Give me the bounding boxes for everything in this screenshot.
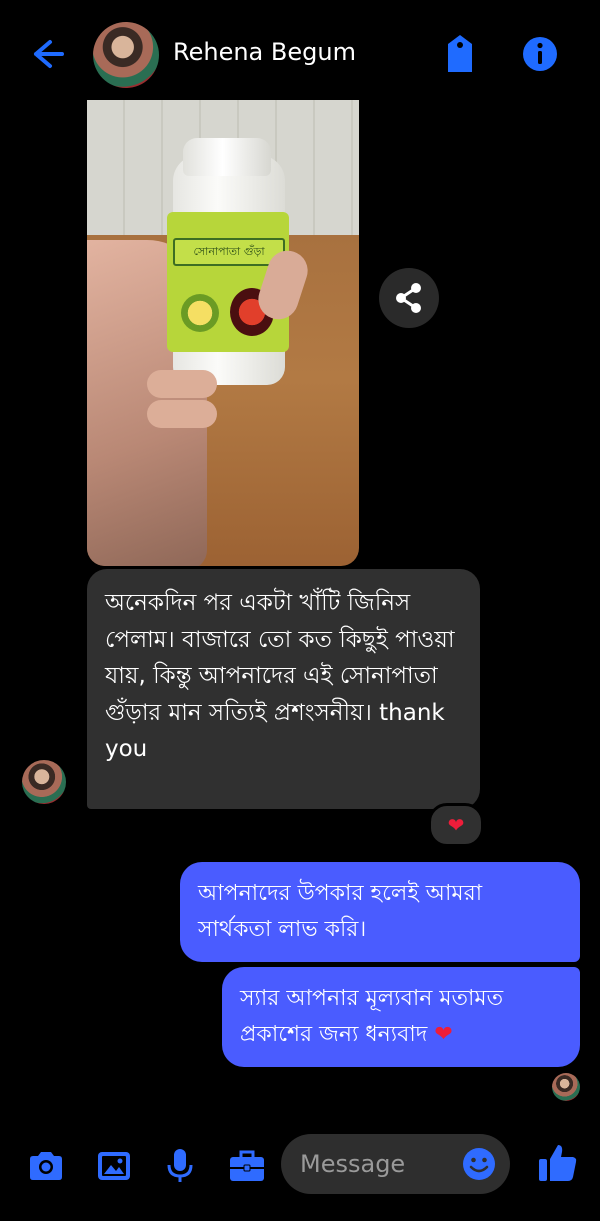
- incoming-message-text: অনেকদিন পর একটা খাঁটি জিনিস পেলাম। বাজার…: [105, 590, 455, 762]
- bottle-label-text: সোনাপাতা গুঁড়া: [173, 238, 285, 266]
- microphone-icon[interactable]: [160, 1146, 200, 1186]
- outgoing-message-text: আপনাদের উপকার হলেই আমরা সার্থকতা লাভ করি…: [198, 881, 483, 942]
- back-arrow-icon[interactable]: [26, 34, 66, 74]
- photo-finger: [147, 400, 217, 428]
- contact-name[interactable]: Rehena Begum: [173, 38, 356, 66]
- outgoing-message-text: স্যার আপনার মূল্যবান মতামত প্রকাশের জন্য…: [240, 981, 562, 1053]
- share-button[interactable]: [379, 268, 439, 328]
- outgoing-message-bubble[interactable]: আপনাদের উপকার হলেই আমরা সার্থকতা লাভ করি…: [180, 862, 580, 962]
- image-icon[interactable]: [94, 1146, 134, 1186]
- thumbs-up-icon[interactable]: [536, 1141, 580, 1185]
- contact-avatar[interactable]: [93, 22, 159, 88]
- sender-avatar[interactable]: [22, 760, 66, 804]
- emoji-icon[interactable]: [460, 1145, 498, 1183]
- photo-finger: [147, 370, 217, 398]
- product-photo-message[interactable]: সোনাপাতা গুঁড়া: [87, 100, 359, 566]
- outgoing-message-text-body: স্যার আপনার মূল্যবান মতামত প্রকাশের জন্য…: [240, 986, 504, 1047]
- message-input-placeholder: Message: [300, 1150, 406, 1178]
- seen-receipt-avatar: [552, 1073, 580, 1101]
- share-icon: [396, 283, 421, 313]
- info-icon[interactable]: [520, 34, 560, 74]
- camera-icon[interactable]: [26, 1146, 66, 1186]
- heart-reaction[interactable]: ❤: [428, 803, 484, 847]
- heart-emoji: ❤: [434, 1022, 453, 1047]
- photo-bottle-cap: [183, 138, 271, 176]
- outgoing-message-bubble[interactable]: স্যার আপনার মূল্যবান মতামত প্রকাশের জন্য…: [222, 967, 580, 1067]
- label-fruit-image: [181, 294, 219, 332]
- incoming-message-bubble[interactable]: অনেকদিন পর একটা খাঁটি জিনিস পেলাম। বাজার…: [87, 569, 480, 809]
- tag-icon[interactable]: [440, 32, 480, 76]
- briefcase-icon[interactable]: [227, 1146, 267, 1186]
